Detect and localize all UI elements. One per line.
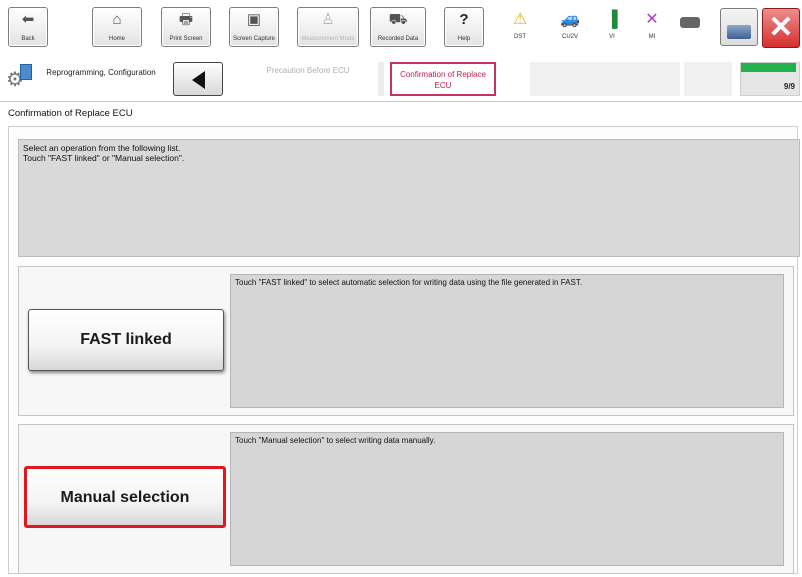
back-arrow-icon: ⬅	[21, 11, 35, 28]
step-counter: 9/9	[783, 82, 795, 91]
printer-icon: 🖶	[178, 11, 194, 28]
measurement-icon: ♙	[321, 11, 335, 28]
measurement-mode-label: Measurement Mode	[301, 36, 355, 42]
manual-selection-description: Touch "Manual selection" to select writi…	[235, 436, 436, 445]
fast-linked-description-box: Touch "FAST linked" to select automatic …	[230, 274, 784, 408]
help-label: Help	[457, 36, 471, 42]
top-toolbar: ⬅ Back ⌂ Home 🖶 Print Screen ▣ Screen Ca…	[0, 0, 802, 56]
close-button[interactable]: ✕	[762, 8, 800, 48]
manual-selection-button[interactable]: Manual selection	[24, 466, 226, 528]
signal-icon: ▐	[606, 11, 618, 28]
vi-status[interactable]: ▐ VI	[598, 10, 626, 46]
screen-capture-button[interactable]: ▣ Screen Capture	[229, 7, 279, 47]
home-button[interactable]: ⌂ Home	[92, 7, 142, 47]
recorded-data-icon: ⛟	[388, 11, 408, 28]
measurement-mode-button[interactable]: ♙ Measurement Mode	[297, 7, 359, 47]
mi-status[interactable]: ✕ MI	[638, 10, 666, 46]
camera-icon: ▣	[246, 11, 262, 28]
help-button[interactable]: ? Help	[444, 7, 484, 47]
vehicle-status[interactable]: 🚙 CU2V	[556, 10, 584, 46]
warning-icon: ⚠	[512, 11, 528, 28]
home-icon: ⌂	[112, 11, 122, 28]
manual-selection-description-box: Touch "Manual selection" to select writi…	[230, 432, 784, 566]
back-triangle-icon	[192, 71, 205, 89]
dst-label: DST	[514, 34, 526, 40]
page-title: Confirmation of Replace ECU	[8, 108, 133, 119]
progress-fill	[741, 63, 797, 72]
document-icon	[20, 64, 32, 80]
fast-linked-description: Touch "FAST linked" to select automatic …	[235, 278, 583, 287]
print-screen-button[interactable]: 🖶 Print Screen	[161, 7, 211, 47]
back-toolbar-button[interactable]: ⬅ Back	[8, 7, 48, 47]
fast-linked-button[interactable]: FAST linked	[28, 309, 224, 371]
mi-cross-icon: ✕	[645, 11, 659, 28]
breadcrumb-section: Reprogramming, Configuration	[46, 68, 156, 77]
cu2v-label: CU2V	[561, 34, 578, 40]
breadcrumb: ⚙ Reprogramming, Configuration Precautio…	[0, 56, 802, 102]
step-progress: 9/9	[740, 62, 800, 96]
car-icon: 🚙	[560, 11, 580, 28]
print-screen-label: Print Screen	[169, 36, 203, 42]
breadcrumb-current-step: Confirmation of Replace ECU	[390, 62, 496, 96]
mi-label: MI	[648, 34, 656, 40]
breadcrumb-previous-step: Precaution Before ECU	[266, 66, 350, 75]
home-label: Home	[108, 36, 125, 42]
window-button[interactable]	[720, 8, 758, 46]
reprogramming-icon: ⚙	[6, 64, 34, 92]
vi-label: VI	[609, 34, 615, 40]
recorded-data-label: Recorded Data	[377, 36, 419, 42]
recorded-data-button[interactable]: ⛟ Recorded Data	[370, 7, 426, 47]
breadcrumb-next-slot	[684, 62, 732, 96]
breadcrumb-empty-slot	[530, 62, 680, 96]
screen-capture-label: Screen Capture	[232, 36, 276, 42]
vi-battery-icon	[680, 17, 700, 28]
help-icon: ?	[459, 11, 469, 28]
instruction-box: Select an operation from the following l…	[18, 139, 800, 257]
back-button[interactable]	[173, 62, 223, 96]
back-toolbar-label: Back	[21, 36, 35, 42]
window-bar-icon	[727, 25, 751, 39]
instruction-text: Select an operation from the following l…	[23, 143, 185, 163]
breadcrumb-separator	[378, 62, 384, 96]
dst-status[interactable]: ⚠ DST	[506, 10, 534, 46]
